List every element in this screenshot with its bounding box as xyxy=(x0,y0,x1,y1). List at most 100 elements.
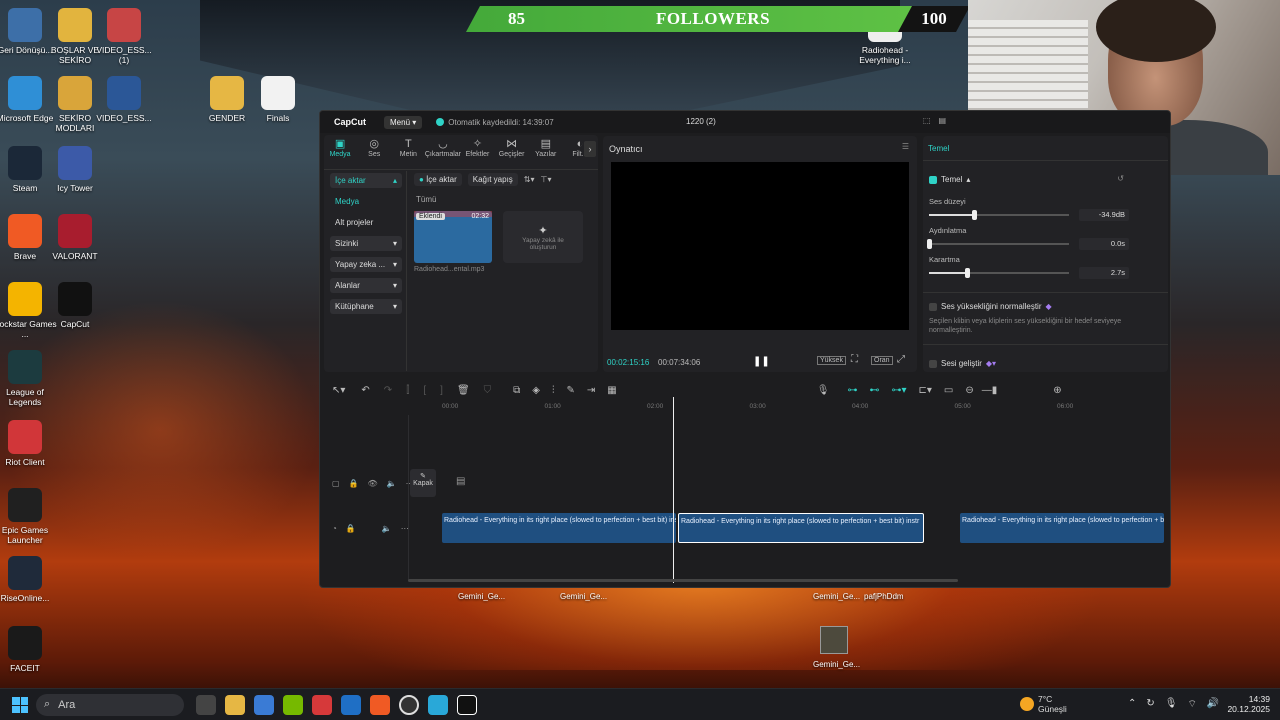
import-button[interactable]: ● İçe aktar xyxy=(414,173,462,186)
audio-icon[interactable]: 🔈 xyxy=(387,479,397,488)
desktop-image-thumbnail[interactable] xyxy=(820,626,848,654)
select-tool-icon[interactable]: ↖▾ xyxy=(332,385,345,396)
shield-icon[interactable]: ⛉ xyxy=(484,385,492,396)
link-icon[interactable]: ⊶ xyxy=(847,385,857,396)
desktop-icon[interactable]: FACEIT xyxy=(0,626,57,673)
undo-icon[interactable]: ↶ xyxy=(361,385,369,396)
timeline-scrollbar[interactable] xyxy=(408,579,958,582)
zoom-out-icon[interactable]: ⊖ xyxy=(965,385,973,396)
preview-axis-icon[interactable]: ⊏▾ xyxy=(918,385,931,396)
sidebar-item[interactable]: Kütüphane ▾ xyxy=(330,299,402,314)
ai-create-card[interactable]: ✦ Yapay zekâ ile oluşturun xyxy=(503,211,583,263)
cover-button[interactable]: ✎ Kapak xyxy=(410,469,436,497)
fadein-value[interactable]: 0.0s xyxy=(1079,238,1129,250)
refresh-icon[interactable]: ↻ xyxy=(1146,698,1154,711)
clock[interactable]: 14:39 20.12.2025 xyxy=(1226,694,1270,714)
volume-slider[interactable]: -34.9dB xyxy=(929,209,1161,221)
enhance-toggle[interactable]: Sesi geliştir ◆▾ xyxy=(929,359,996,368)
task-view-icon[interactable] xyxy=(196,694,216,715)
marker-icon[interactable]: ◈ xyxy=(532,385,540,396)
split-right-icon[interactable]: ] xyxy=(440,385,443,396)
audio-clip-1[interactable]: Radiohead - Everything in its right plac… xyxy=(442,513,676,543)
sidebar-item[interactable]: Medya xyxy=(330,194,402,209)
audio-split-icon[interactable]: ⫶ xyxy=(552,385,555,396)
tab-tool[interactable]: ✧ Efektler xyxy=(461,137,493,167)
fullscreen-preview-icon[interactable]: ⛶ xyxy=(851,354,858,365)
tab-tool[interactable]: ▣ Medya xyxy=(324,137,356,167)
snap-icon[interactable]: ⊶▾ xyxy=(891,385,906,396)
lock-icon[interactable]: 🔒 xyxy=(349,479,359,488)
zoom-slider[interactable]: —▮ xyxy=(982,385,998,396)
capcut-taskbar-icon[interactable] xyxy=(457,694,477,715)
split-icon[interactable]: ⫿ xyxy=(406,385,409,396)
checkbox-icon[interactable] xyxy=(929,359,937,368)
eye-icon[interactable]: 👁 xyxy=(368,479,378,488)
desktop-icon[interactable]: VALORANT xyxy=(43,214,107,261)
reverse-icon[interactable]: ⇥ xyxy=(587,385,595,396)
ai-edit-icon[interactable]: ✎ xyxy=(567,385,575,396)
section-temel[interactable]: Temel ▴ xyxy=(929,175,970,184)
draft-button[interactable]: Kağıt yapış xyxy=(467,173,518,186)
delete-icon[interactable]: 🗑 xyxy=(457,385,470,396)
desktop-icon[interactable]: CapCut xyxy=(43,282,107,329)
expand-icon[interactable]: ⤢ xyxy=(897,354,905,365)
outlook-icon[interactable] xyxy=(341,694,361,715)
microphone-tray-icon[interactable]: 🎙 xyxy=(1165,698,1178,711)
ratio-button[interactable]: Oran xyxy=(871,356,893,365)
sort-icon[interactable]: ⇅▾ xyxy=(524,175,535,184)
media-clip[interactable]: Eklendi 02:32 xyxy=(414,211,492,263)
zoom-in-icon[interactable]: ⊕ xyxy=(1053,385,1061,396)
player-menu-icon[interactable]: ☰ xyxy=(902,142,909,151)
pause-button[interactable]: ❚❚ xyxy=(753,356,770,367)
store-icon[interactable] xyxy=(254,694,274,715)
fadein-slider[interactable]: 0.0s xyxy=(927,238,1161,250)
volume-icon[interactable]: 🔊 xyxy=(1207,698,1219,711)
checkbox-icon[interactable] xyxy=(929,302,937,311)
file-explorer-icon[interactable] xyxy=(225,694,245,715)
volume-value[interactable]: -34.9dB xyxy=(1079,209,1129,221)
desktop-icon[interactable]: Icy Tower xyxy=(43,146,107,193)
sidebar-item[interactable]: Alt projeler xyxy=(330,215,402,230)
brave-taskbar-icon[interactable] xyxy=(370,694,390,715)
start-button[interactable] xyxy=(12,697,28,713)
tab-temel[interactable]: Temel xyxy=(928,144,949,153)
desktop-icon[interactable]: VIDEO_ESS... (1) xyxy=(92,8,156,65)
desktop-file-label[interactable]: Gemini_Ge... xyxy=(560,592,607,601)
normalize-toggle[interactable]: Ses yüksekliğini normalleştir ◆ xyxy=(929,302,1052,311)
wps-icon[interactable] xyxy=(312,694,332,715)
weather-widget[interactable]: 7°C Güneşli xyxy=(1020,694,1067,714)
show-hidden-icons-icon[interactable]: ⌃ xyxy=(1128,698,1136,711)
tab-tool[interactable]: ◎ Ses xyxy=(358,137,390,167)
desktop-icon[interactable]: VIDEO_ESS... xyxy=(92,76,156,123)
desktop-icon[interactable]: League of Legends xyxy=(0,350,57,407)
wifi-icon[interactable]: ⌔ xyxy=(1187,698,1196,711)
desktop-icon[interactable]: Riot Client xyxy=(0,420,57,467)
quality-button[interactable]: Yüksek xyxy=(817,356,846,365)
freeze-icon[interactable]: ⧉ xyxy=(513,385,520,396)
menu-button[interactable]: Menü ▾ xyxy=(384,115,423,129)
taskbar-search[interactable]: ⌕ Ara xyxy=(36,693,184,716)
desktop-icon[interactable]: Finals xyxy=(246,76,310,123)
desktop-icon[interactable]: RiseOnline... xyxy=(0,556,57,603)
video-preview[interactable] xyxy=(611,162,909,330)
checkbox-checked-icon[interactable] xyxy=(929,175,937,184)
nvidia-icon[interactable] xyxy=(283,694,303,715)
tab-tool[interactable]: T Metin xyxy=(392,137,424,167)
crop-icon[interactable]: ▦ xyxy=(607,385,616,396)
magnet-icon[interactable]: ⊷ xyxy=(869,385,879,396)
fadeout-slider[interactable]: 2.7s xyxy=(929,267,1161,279)
tab-tool[interactable]: ◡ Çıkartmalar xyxy=(425,137,461,167)
desktop-file-label[interactable]: Gemini_Ge... xyxy=(813,592,860,601)
playhead[interactable] xyxy=(673,397,674,583)
sidebar-item[interactable]: Alanlar ▾ xyxy=(330,278,402,293)
reset-icon[interactable]: ↺ xyxy=(1117,174,1124,183)
opera-icon[interactable] xyxy=(399,694,419,715)
desktop-file-label[interactable]: pafjPhDdm xyxy=(864,592,904,601)
redo-icon[interactable]: ↷ xyxy=(384,385,392,396)
notepad-icon[interactable] xyxy=(428,694,448,715)
lock-icon[interactable]: 🔒 xyxy=(346,524,356,533)
tab-tool[interactable]: ⋈ Geçişler xyxy=(496,137,528,167)
desktop-icon[interactable]: Epic Games Launcher xyxy=(0,488,57,545)
sidebar-item[interactable]: İçe aktar ▴ xyxy=(330,173,402,188)
desktop-file-label[interactable]: Gemini_Ge... xyxy=(458,592,505,601)
